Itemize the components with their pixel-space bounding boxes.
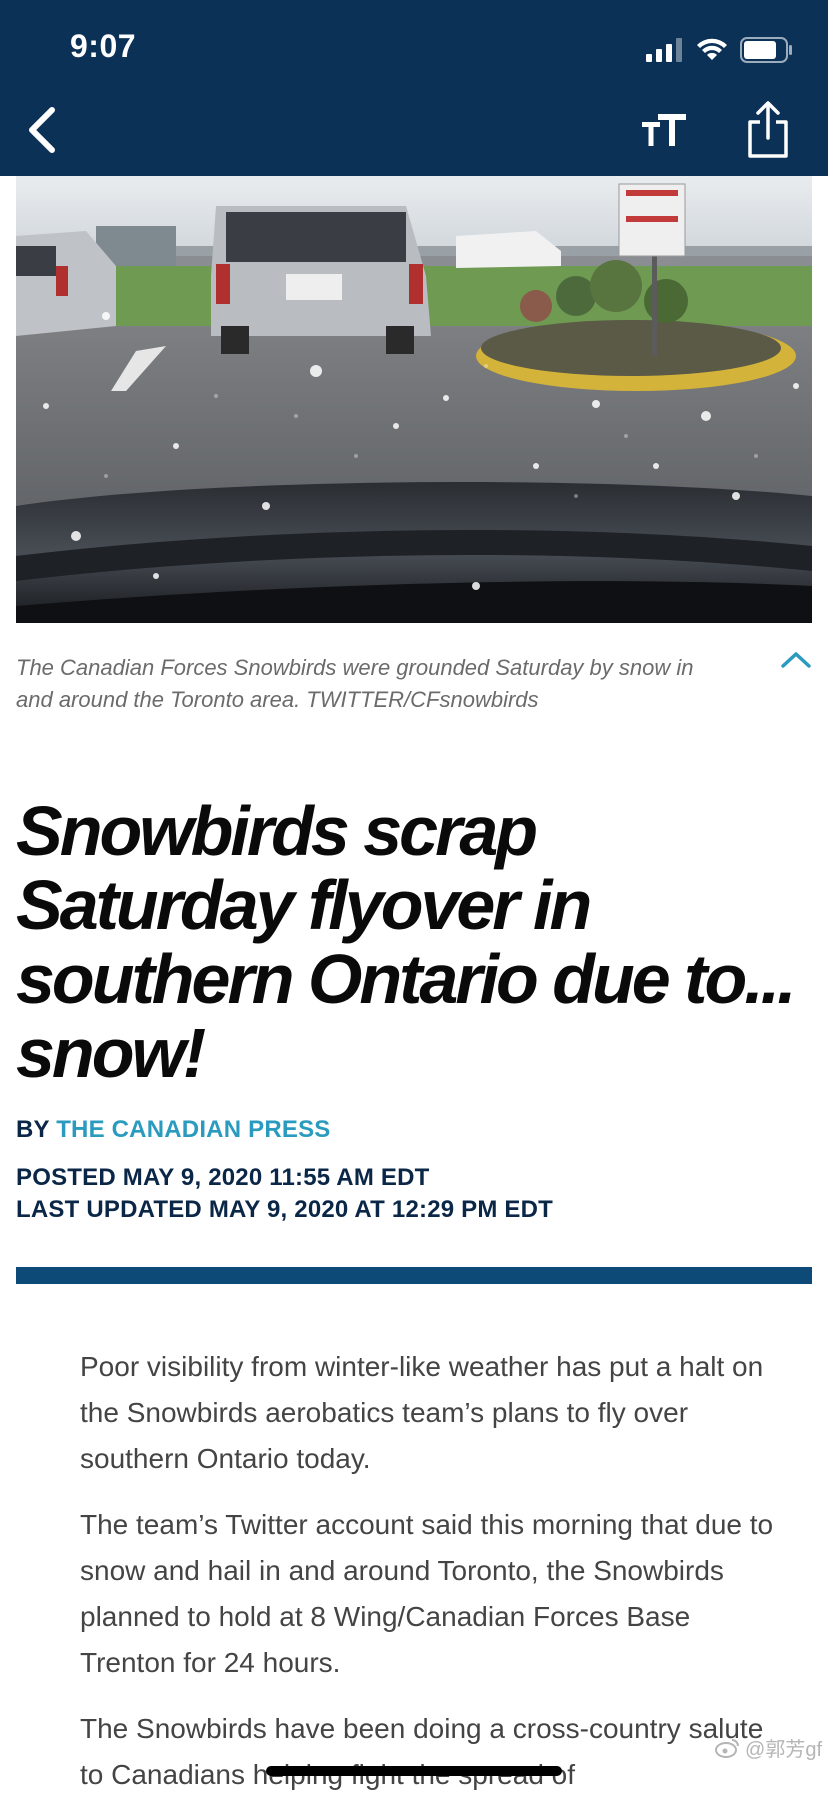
text-size-button[interactable] bbox=[640, 108, 690, 152]
byline-prefix: BY bbox=[16, 1116, 50, 1143]
article-hero-image[interactable] bbox=[16, 176, 812, 623]
weibo-logo-icon bbox=[715, 1738, 740, 1758]
posted-date: POSTED MAY 9, 2020 11:55 AM EDT bbox=[16, 1164, 430, 1191]
text-size-icon bbox=[642, 114, 686, 146]
body-paragraph-3: The Snowbirds have been doing a cross-co… bbox=[80, 1713, 764, 1790]
article-headline: Snowbirds scrap Saturday flyover in sout… bbox=[16, 792, 797, 1092]
caption-collapse-button[interactable] bbox=[778, 646, 814, 674]
status-icons bbox=[646, 34, 794, 66]
wifi-icon bbox=[697, 38, 727, 60]
article-byline: BY THE CANADIAN PRESS bbox=[16, 1116, 330, 1144]
body-paragraph-2: The team’s Twitter account said this mor… bbox=[80, 1509, 774, 1678]
cellular-signal-icon bbox=[646, 38, 682, 62]
body-paragraph-1: Poor visibility from winter-like weather… bbox=[80, 1351, 764, 1474]
article-body: Poor visibility from winter-like weather… bbox=[80, 1344, 780, 1818]
share-icon bbox=[748, 101, 788, 158]
image-caption: The Canadian Forces Snowbirds were groun… bbox=[16, 655, 694, 712]
section-divider bbox=[16, 1267, 812, 1284]
watermark: @郭芳gf bbox=[715, 1733, 822, 1762]
author-link[interactable]: THE CANADIAN PRESS bbox=[56, 1116, 330, 1143]
battery-icon bbox=[740, 37, 792, 63]
status-time: 9:07 bbox=[70, 28, 137, 64]
chevron-up-icon bbox=[781, 652, 811, 668]
article-dates: POSTED MAY 9, 2020 11:55 AM EDT LAST UPD… bbox=[16, 1162, 553, 1226]
chevron-left-icon bbox=[29, 107, 55, 153]
updated-date: LAST UPDATED MAY 9, 2020 AT 12:29 PM EDT bbox=[16, 1196, 554, 1223]
back-button[interactable] bbox=[20, 104, 64, 156]
hero-photo bbox=[16, 176, 812, 623]
watermark-text: @郭芳gf bbox=[745, 1739, 822, 1761]
top-navigation-bar: 9:07 bbox=[0, 0, 828, 176]
share-button[interactable] bbox=[744, 100, 792, 160]
home-indicator[interactable] bbox=[266, 1766, 562, 1776]
